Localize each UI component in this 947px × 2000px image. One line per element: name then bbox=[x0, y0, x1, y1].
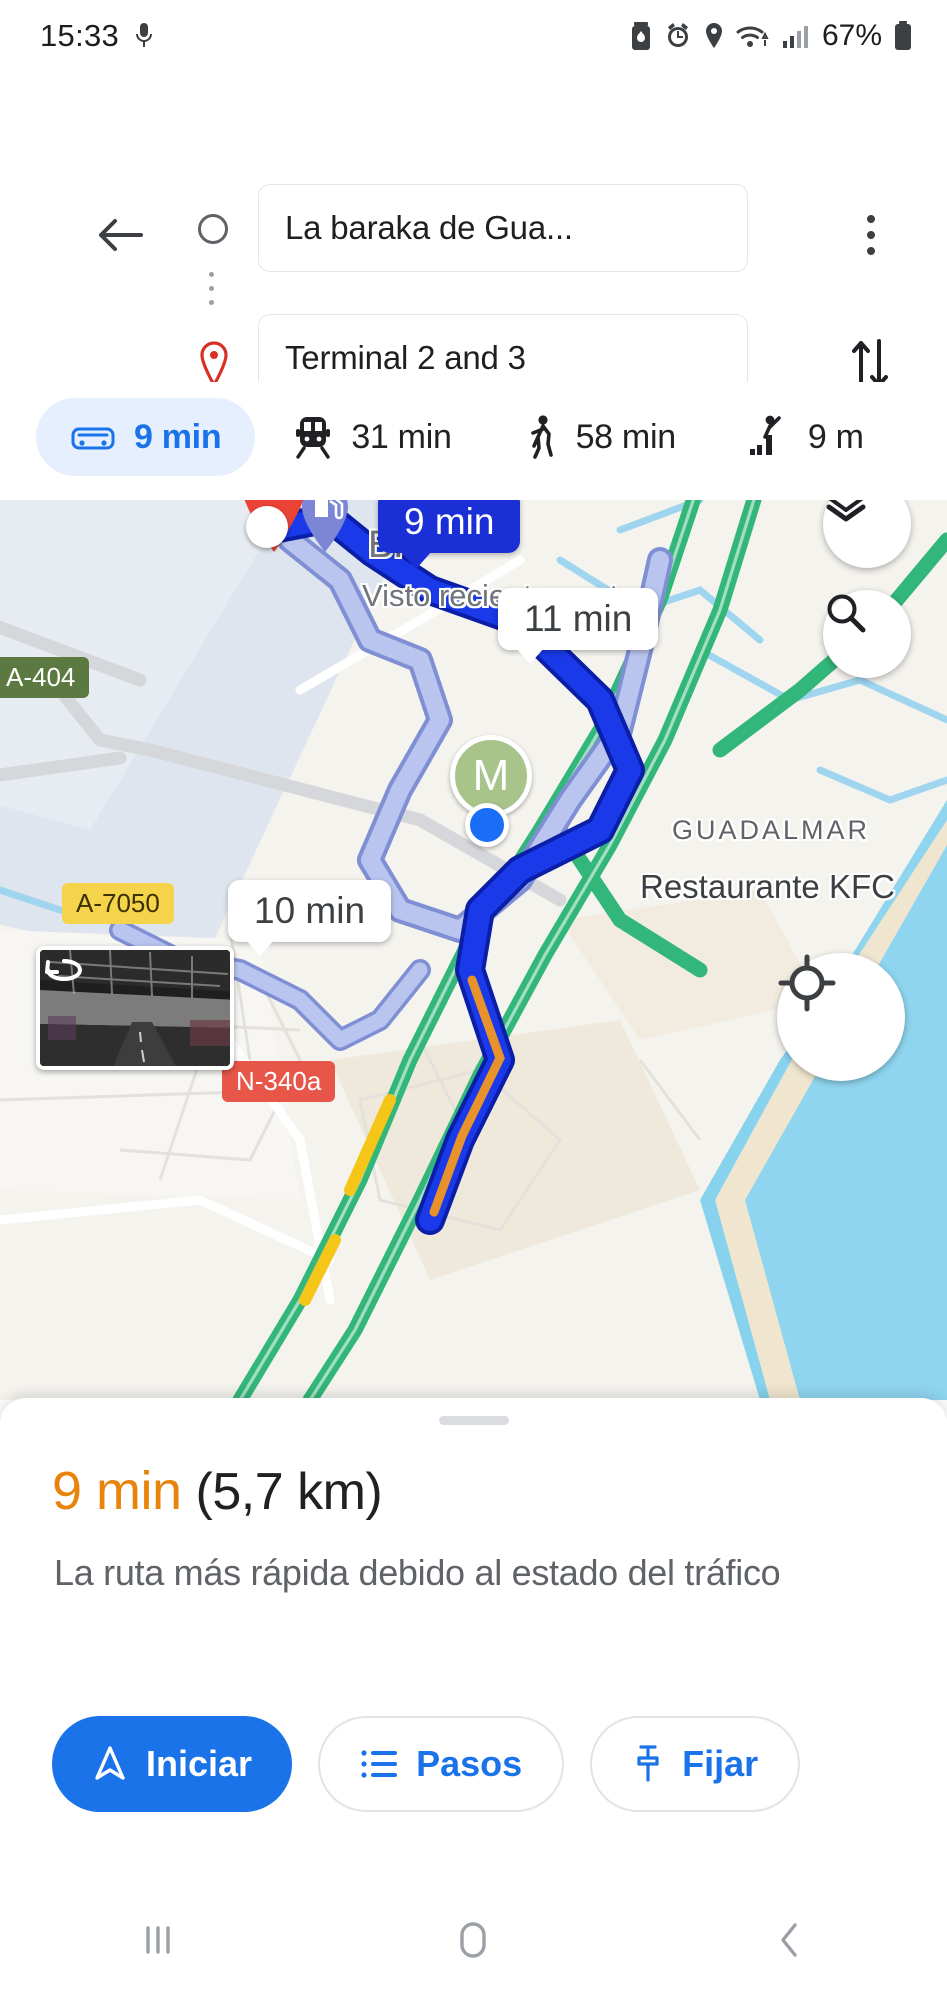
travel-mode-transit-label: 31 min bbox=[351, 417, 452, 456]
travel-mode-rideshare[interactable]: 9 m bbox=[714, 398, 898, 476]
road-shield-a404: A-404 bbox=[0, 657, 90, 698]
origin-value: La baraka de Gua... bbox=[285, 209, 573, 246]
start-navigation-label: Iniciar bbox=[146, 1743, 253, 1784]
my-location-button[interactable] bbox=[777, 953, 905, 1081]
travel-mode-tabs: 9 min 31 min 58 min 9 m bbox=[0, 382, 947, 492]
wifi-icon bbox=[736, 26, 769, 47]
battery-percent: 67% bbox=[821, 19, 882, 52]
travel-mode-transit[interactable]: 31 min bbox=[259, 398, 485, 476]
route-callout-alt-2[interactable]: 10 min bbox=[228, 880, 392, 956]
route-eta-summary: 9 min (5,7 km) bbox=[52, 1460, 383, 1522]
transit-icon bbox=[296, 417, 331, 459]
rotate-360-icon bbox=[45, 959, 82, 981]
route-callout-primary[interactable]: 9 min bbox=[378, 500, 521, 569]
android-navigation-bar bbox=[0, 1880, 947, 2000]
recent-apps-button[interactable] bbox=[98, 1895, 218, 1985]
home-button[interactable] bbox=[413, 1895, 533, 1985]
pin-label: Fijar bbox=[682, 1743, 759, 1784]
alarm-icon bbox=[667, 23, 688, 47]
route-header: La baraka de Gua... Terminal 2 and 3 bbox=[0, 72, 947, 402]
origin-marker-icon bbox=[198, 214, 228, 244]
map-canvas[interactable]: BP Visto recientemente GUADALMAR Restaur… bbox=[0, 500, 947, 1400]
mic-icon bbox=[136, 23, 153, 47]
route-detail-sheet: 9 min (5,7 km) La ruta más rápida debido… bbox=[0, 1398, 947, 1880]
map-destination-dot bbox=[465, 803, 509, 847]
pin-icon bbox=[637, 1745, 659, 1782]
back-button-nav[interactable] bbox=[729, 1895, 849, 1985]
destination-value: Terminal 2 and 3 bbox=[285, 339, 526, 376]
travel-mode-driving[interactable]: 9 min bbox=[36, 398, 256, 476]
walk-icon bbox=[530, 415, 553, 459]
route-duration: 9 min bbox=[52, 1461, 182, 1521]
pin-button[interactable]: Fijar bbox=[590, 1716, 801, 1812]
map-label-guadalmar: GUADALMAR bbox=[672, 815, 871, 845]
rideshare-icon bbox=[749, 415, 781, 455]
android-back-icon bbox=[781, 1923, 797, 1957]
route-distance: (5,7 km) bbox=[195, 1463, 383, 1521]
navigation-arrow-icon bbox=[95, 1746, 125, 1780]
travel-mode-walking[interactable]: 58 min bbox=[490, 398, 710, 476]
home-icon bbox=[460, 1922, 487, 1958]
steps-button[interactable]: Pasos bbox=[318, 1716, 565, 1812]
road-shield-a7050: A-7050 bbox=[62, 883, 174, 924]
sheet-drag-handle[interactable] bbox=[438, 1416, 509, 1425]
status-time: 15:33 bbox=[40, 18, 120, 53]
location-icon bbox=[705, 23, 722, 48]
route-connector-dots bbox=[209, 272, 214, 305]
list-icon bbox=[361, 1750, 398, 1778]
search-icon bbox=[827, 594, 866, 633]
battery-saver-icon bbox=[631, 22, 650, 50]
google-maps-directions-screen: 15:33 67% La baraka de Gua... Terminal 2… bbox=[0, 0, 947, 2000]
status-bar-right: 67% bbox=[629, 19, 913, 53]
start-navigation-button[interactable]: Iniciar bbox=[52, 1716, 293, 1812]
battery-icon bbox=[895, 21, 911, 50]
map-label-kfc: Restaurante KFC bbox=[640, 868, 895, 905]
street-view-thumbnail[interactable] bbox=[36, 946, 234, 1070]
travel-mode-driving-label: 9 min bbox=[134, 417, 222, 456]
back-arrow-icon bbox=[99, 219, 143, 251]
travel-mode-rideshare-label: 9 m bbox=[807, 417, 864, 456]
car-icon bbox=[71, 427, 115, 450]
status-bar-left: 15:33 bbox=[40, 18, 155, 54]
road-shield-n340a: N-340a bbox=[222, 1061, 336, 1102]
origin-input[interactable]: La baraka de Gua... bbox=[258, 184, 748, 272]
travel-mode-walking-label: 58 min bbox=[575, 417, 677, 456]
route-description: La ruta más rápida debido al estado del … bbox=[54, 1552, 781, 1593]
signal-icon bbox=[782, 26, 808, 48]
back-button[interactable] bbox=[90, 204, 152, 266]
steps-label: Pasos bbox=[416, 1743, 523, 1784]
route-callout-alt-1[interactable]: 11 min bbox=[498, 588, 659, 664]
recent-apps-icon bbox=[146, 1926, 170, 1954]
status-bar: 15:33 67% bbox=[0, 0, 947, 72]
map-origin-dot bbox=[246, 506, 288, 548]
map-marker-fuel-station[interactable] bbox=[296, 500, 354, 554]
route-action-buttons: Iniciar Pasos Fijar bbox=[52, 1716, 801, 1812]
map-search-button[interactable] bbox=[823, 590, 911, 678]
overflow-menu-button[interactable] bbox=[841, 204, 901, 266]
my-location-icon bbox=[778, 954, 836, 1012]
layers-icon bbox=[826, 500, 866, 522]
